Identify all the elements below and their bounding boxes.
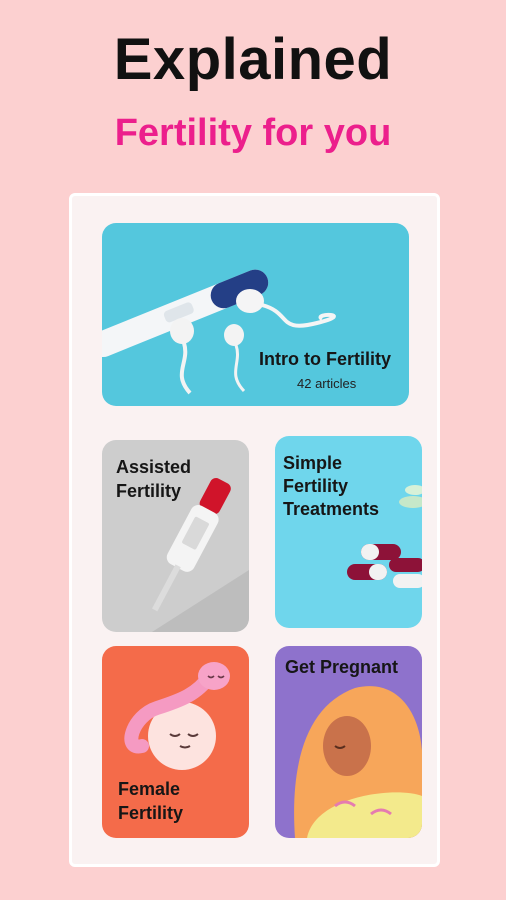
card-assisted-title-line2: Fertility xyxy=(116,481,182,501)
card-pregnant-title: Get Pregnant xyxy=(285,657,399,677)
card-intro-title: Intro to Fertility xyxy=(259,349,391,369)
card-intro-article-count: 42 articles xyxy=(297,376,357,391)
card-simple-title-line3: Treatments xyxy=(283,499,380,519)
card-simple-fertility-treatments[interactable]: Simple Fertility Treatments xyxy=(275,436,422,628)
card-assisted-fertility[interactable]: Assisted Fertility xyxy=(102,440,249,632)
card-get-pregnant[interactable]: Get Pregnant xyxy=(275,646,422,838)
card-assisted-title-line1: Assisted xyxy=(116,457,192,477)
card-intro-to-fertility[interactable]: Intro to Fertility 42 articles xyxy=(102,223,409,406)
category-panel: Intro to Fertility 42 articles Assisted … xyxy=(69,193,440,867)
card-simple-title-line2: Fertility xyxy=(283,476,349,496)
card-simple-title-line1: Simple xyxy=(283,453,343,473)
card-female-title-line2: Fertility xyxy=(118,803,184,823)
card-female-fertility[interactable]: Female Fertility xyxy=(102,646,249,838)
page-subheadline: Fertility for you xyxy=(114,112,392,154)
page-headline: Explained xyxy=(113,27,393,92)
ovulation-test-illustration xyxy=(102,269,336,395)
card-female-title-line1: Female xyxy=(118,779,181,799)
